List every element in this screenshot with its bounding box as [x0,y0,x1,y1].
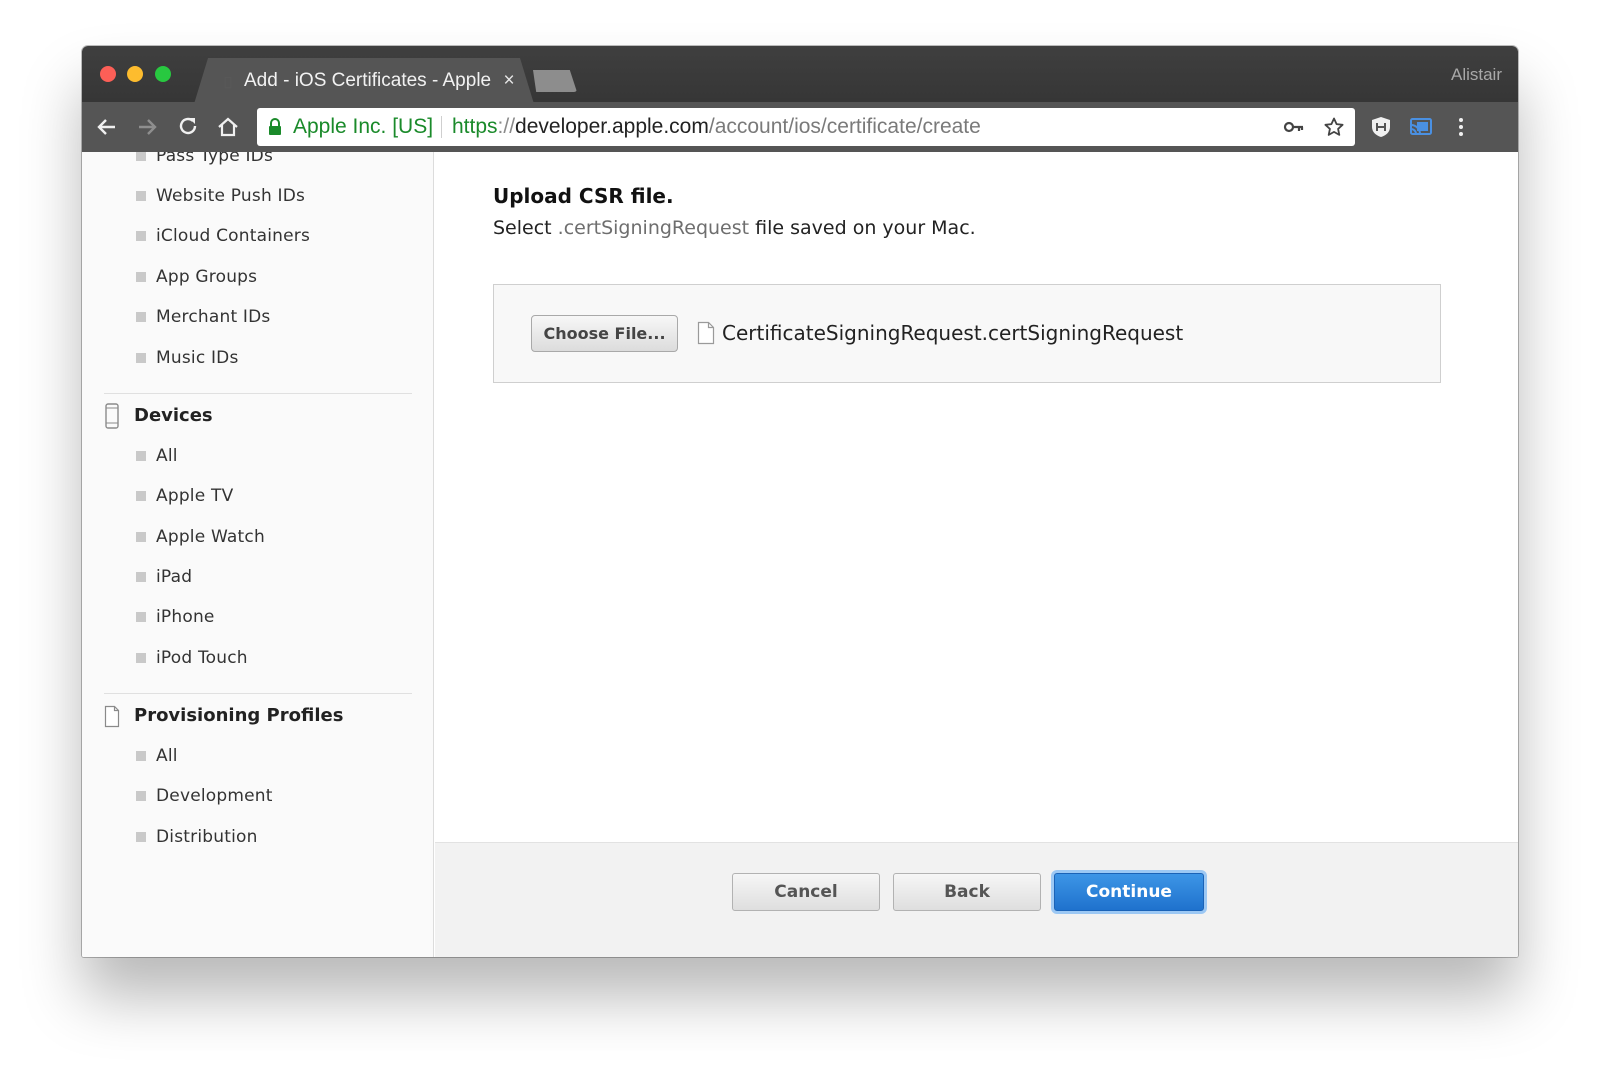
star-icon[interactable] [1323,116,1345,138]
lock-icon [269,118,281,135]
page-subtitle: Select .certSigningRequest file saved on… [493,214,976,242]
sidebar-item-icloud-containers[interactable]: iCloud Containers [136,222,310,250]
form-footer: Cancel Back Continue [435,842,1518,957]
shield-extension-icon[interactable] [1368,114,1394,140]
browser-tab[interactable]:  Add - iOS Certificates - Apple × [194,58,534,104]
new-tab-button[interactable] [533,70,577,92]
title-bar:  Add - iOS Certificates - Apple × Alist… [82,46,1518,102]
sidebar-item-label: Development [156,786,273,806]
window-minimize-button[interactable] [127,66,143,82]
sidebar-item-label: iPhone [156,607,215,627]
bullet-icon [136,491,146,501]
cancel-button[interactable]: Cancel [732,873,880,911]
ev-certificate-label[interactable]: Apple Inc. [US] [293,114,433,140]
sidebar-item-development[interactable]: Development [136,782,273,810]
sidebar-item-devices-all[interactable]: All [136,442,178,470]
url-scheme: https [452,115,498,138]
sidebar-item-app-groups[interactable]: App Groups [136,263,257,291]
sidebar-item-label: All [156,746,178,766]
sidebar-item-label: Apple Watch [156,527,265,547]
apple-favicon-icon:  [224,76,236,90]
sidebar-item-label: Distribution [156,827,258,847]
selected-file-name: CertificateSigningRequest.certSigningReq… [722,321,1184,345]
url-host: developer.apple.com [515,115,709,138]
sidebar-item-distribution[interactable]: Distribution [136,823,258,851]
sidebar-item-iphone[interactable]: iPhone [136,603,215,631]
sidebar-item-label: Music IDs [156,348,239,368]
sidebar-item-apple-tv[interactable]: Apple TV [136,482,233,510]
bullet-icon [136,751,146,761]
sidebar-item-label: Pass Type IDs [156,152,274,166]
sidebar: Pass Type IDs Website Push IDs iCloud Co… [82,152,434,957]
sidebar-item-ipad[interactable]: iPad [136,563,192,591]
sidebar-item-label: Merchant IDs [156,307,271,327]
sidebar-item-label: iPad [156,567,193,587]
bullet-icon [136,451,146,461]
bullet-icon [136,612,146,622]
section-title: Devices [134,405,213,426]
sidebar-item-music-ids[interactable]: Music IDs [136,344,239,372]
browser-window:  Add - iOS Certificates - Apple × Alist… [82,46,1518,957]
sidebar-item-ipod-touch[interactable]: iPod Touch [136,644,248,672]
browser-toolbar: Apple Inc. [US] https://developer.apple.… [82,102,1518,152]
subtitle-extension: .certSigningRequest [557,217,750,239]
subtitle-suffix: file saved on your Mac. [749,217,976,239]
document-icon [104,705,120,728]
bullet-icon [136,272,146,282]
url-path: /account/ios/certificate/create [708,115,981,138]
cast-icon[interactable] [1408,114,1434,140]
sidebar-item-label: iPod Touch [156,648,248,668]
sidebar-item-merchant-ids[interactable]: Merchant IDs [136,303,271,331]
window-close-button[interactable] [100,66,116,82]
tab-title: Add - iOS Certificates - Apple [244,70,492,91]
sidebar-item-label: Website Push IDs [156,186,306,206]
omnibox-divider [441,116,442,138]
main-panel: Upload CSR file. Select .certSigningRequ… [435,152,1518,957]
sidebar-divider [104,393,412,394]
window-maximize-button[interactable] [155,66,171,82]
bullet-icon [136,353,146,363]
back-button[interactable]: Back [893,873,1041,911]
sidebar-section-devices: Devices [104,401,213,431]
bullet-icon [136,152,146,161]
reload-icon[interactable] [175,114,201,140]
url-text[interactable]: https://developer.apple.com/account/ios/… [452,114,981,140]
bullet-icon [136,832,146,842]
bullet-icon [136,312,146,322]
key-icon[interactable] [1283,116,1305,138]
page-title: Upload CSR file. [493,184,674,208]
section-title: Provisioning Profiles [134,705,344,726]
sidebar-item-label: All [156,446,178,466]
page-content: Pass Type IDs Website Push IDs iCloud Co… [82,152,1518,957]
sidebar-item-label: App Groups [156,267,258,287]
forward-icon[interactable] [134,114,160,140]
choose-file-button[interactable]: Choose File... [531,315,678,352]
sidebar-item-label: Apple TV [156,486,234,506]
sidebar-item-label: iCloud Containers [156,226,311,246]
address-bar[interactable]: Apple Inc. [US] https://developer.apple.… [257,108,1355,146]
profile-name[interactable]: Alistair [1451,64,1502,86]
sidebar-item-profiles-all[interactable]: All [136,742,178,770]
bullet-icon [136,572,146,582]
bullet-icon [136,653,146,663]
continue-button[interactable]: Continue [1054,873,1204,911]
sidebar-item-pass-type-ids[interactable]: Pass Type IDs [136,152,273,170]
subtitle-prefix: Select [493,217,558,239]
menu-icon[interactable] [1448,114,1474,140]
back-icon[interactable] [94,114,120,140]
file-icon [697,321,715,345]
home-icon[interactable] [215,114,241,140]
sidebar-divider [104,693,412,694]
bullet-icon [136,791,146,801]
file-upload-box: Choose File... CertificateSigningRequest… [493,284,1441,383]
bullet-icon [136,532,146,542]
bullet-icon [136,191,146,201]
sidebar-item-website-push-ids[interactable]: Website Push IDs [136,182,305,210]
tab-close-icon[interactable]: × [499,68,519,94]
device-icon [105,403,119,429]
sidebar-item-apple-watch[interactable]: Apple Watch [136,523,265,551]
sidebar-section-provisioning-profiles: Provisioning Profiles [104,701,343,731]
url-separator: :// [497,115,516,138]
bullet-icon [136,231,146,241]
